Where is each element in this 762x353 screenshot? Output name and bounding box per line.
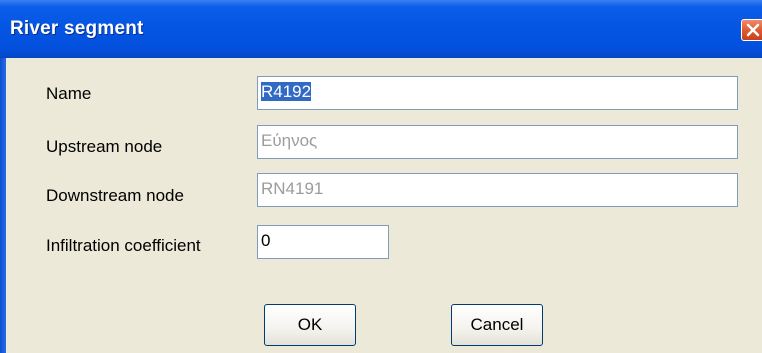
close-button[interactable] — [741, 19, 762, 41]
downstream-node-value: RN4191 — [261, 179, 324, 198]
dialog-title: River segment — [10, 18, 144, 39]
title-bar[interactable]: River segment — [0, 0, 762, 58]
close-icon — [746, 23, 760, 37]
upstream-node-label: Upstream node — [46, 137, 163, 156]
name-field[interactable]: R4192 — [257, 76, 738, 110]
downstream-node-label: Downstream node — [46, 186, 184, 205]
name-value: R4192 — [261, 82, 312, 101]
river-segment-dialog: River segment Name R4192 Upstream node Ε… — [0, 0, 762, 353]
ok-button[interactable]: OK — [264, 304, 356, 346]
upstream-node-field[interactable]: Εύηνος — [257, 125, 738, 159]
upstream-node-value: Εύηνος — [261, 131, 318, 150]
infiltration-coefficient-label: Infiltration coefficient — [46, 236, 201, 255]
infiltration-coefficient-field[interactable]: 0 — [257, 225, 389, 259]
name-label: Name — [46, 84, 92, 103]
cancel-button[interactable]: Cancel — [451, 304, 543, 346]
infiltration-coefficient-value: 0 — [261, 231, 271, 250]
downstream-node-field[interactable]: RN4191 — [257, 173, 738, 207]
